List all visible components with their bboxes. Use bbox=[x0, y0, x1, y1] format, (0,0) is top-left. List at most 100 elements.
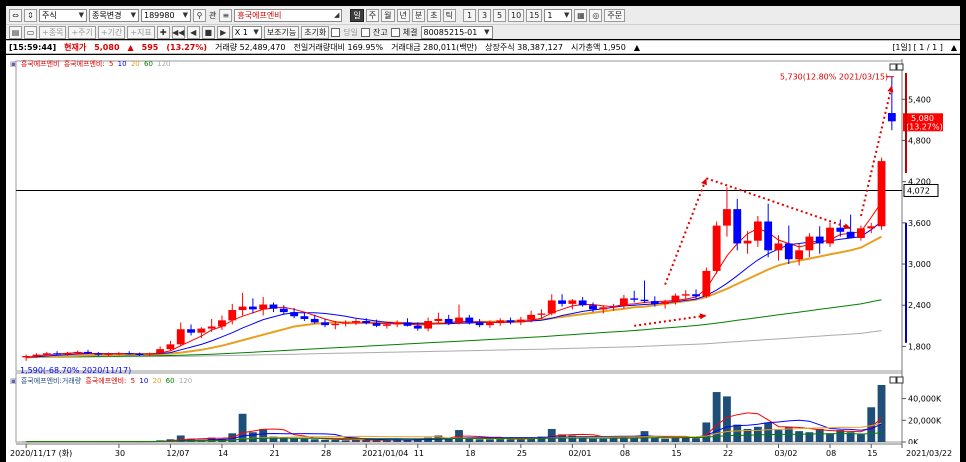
balance-label: 잔고 bbox=[373, 27, 388, 37]
interval-5[interactable]: 5 bbox=[493, 8, 506, 22]
price-panel-frame bbox=[15, 60, 903, 372]
chevron-down-icon: ▼ bbox=[253, 28, 259, 36]
memo-icon[interactable]: ≡ bbox=[219, 8, 233, 22]
balance-checkbox[interactable] bbox=[361, 27, 371, 37]
period-week[interactable]: 주 bbox=[365, 8, 380, 22]
updown-icon[interactable]: ⇕ bbox=[24, 8, 37, 22]
candle-body bbox=[795, 250, 804, 260]
stock-name-value: 흥국에프엔비 bbox=[237, 10, 282, 20]
interval-input[interactable]: 1 ▼ bbox=[544, 8, 573, 22]
range-button-label: 기간 bbox=[107, 27, 123, 37]
candle-body bbox=[826, 227, 834, 244]
market-cap: 시가총액 1,950 bbox=[570, 42, 626, 52]
period-minute[interactable]: 분 bbox=[411, 8, 426, 22]
candle-body bbox=[156, 349, 165, 354]
cycle-button[interactable]: + 주기 bbox=[68, 25, 96, 39]
ma5-line bbox=[26, 202, 882, 358]
candle-body bbox=[681, 294, 690, 296]
stop-icon[interactable]: ■ bbox=[201, 25, 215, 39]
candle-body bbox=[259, 304, 268, 310]
high-annotation: 5,730(12.80% 2021/03/15) bbox=[780, 73, 888, 82]
period-day[interactable]: 일 bbox=[350, 8, 364, 22]
x-tick-label: 25 bbox=[517, 449, 527, 458]
candle-body bbox=[774, 243, 783, 251]
scroll-up-icon[interactable]: ▲ bbox=[634, 43, 640, 52]
window-icon[interactable]: ▭ bbox=[24, 25, 37, 39]
account-select[interactable]: 80085215-01 ▼ bbox=[420, 25, 493, 39]
play-back-icon[interactable]: ◀ bbox=[186, 25, 200, 39]
chart-area[interactable]: 5,400 4,800 4,200 3,600 3,000 2,400 1,800 40,00… bbox=[6, 55, 960, 462]
candle-body bbox=[661, 301, 670, 304]
candle-body bbox=[63, 353, 72, 355]
candle-body bbox=[455, 317, 463, 324]
candle-body bbox=[228, 310, 237, 321]
vol-ma120-legend: 120 bbox=[178, 377, 193, 385]
mode-select[interactable]: 종목변경 ▼ bbox=[89, 8, 139, 22]
volume-bar bbox=[259, 428, 268, 442]
multiplier-select[interactable]: X 1 ▼ bbox=[231, 25, 262, 39]
ma120-legend: 120 bbox=[157, 60, 171, 68]
ma20-legend: 20 bbox=[130, 60, 140, 68]
candle-body bbox=[619, 298, 628, 306]
candle-body bbox=[753, 221, 762, 241]
indicator-button[interactable]: + 지표 bbox=[127, 25, 155, 39]
table-icon[interactable]: ▤ bbox=[9, 25, 22, 39]
stock-name-select[interactable]: 흥국에프엔비 ◢ bbox=[234, 8, 343, 22]
same-day-checkbox[interactable] bbox=[331, 27, 341, 37]
x-tick-label: 12/07 bbox=[166, 449, 189, 458]
settings-icon[interactable]: ◎ bbox=[589, 8, 603, 22]
candle-body bbox=[671, 295, 680, 302]
ma-legend-prefix: 흥국에프엔비: bbox=[63, 60, 105, 68]
volume-tick-label: 40,000K bbox=[908, 395, 942, 404]
price-tick-label: 5,400 bbox=[908, 95, 931, 104]
candle-body bbox=[723, 209, 731, 226]
vol-min-icon bbox=[889, 376, 897, 384]
interval-1[interactable]: 1 bbox=[463, 8, 476, 22]
crosshair-icon[interactable]: ✚ bbox=[156, 25, 170, 39]
fall-arrow-head bbox=[843, 223, 851, 230]
volume-bar bbox=[733, 424, 742, 442]
volume-bar bbox=[341, 440, 350, 442]
range-button[interactable]: + 기간 bbox=[97, 25, 126, 39]
basic-function-button[interactable]: 보조기능 bbox=[263, 25, 300, 39]
play-icon[interactable]: ▶ bbox=[216, 25, 230, 39]
grid-icon[interactable]: ▦ bbox=[574, 8, 588, 22]
candle-body bbox=[578, 300, 587, 306]
period-year[interactable]: 년 bbox=[396, 8, 410, 22]
execution-checkbox[interactable] bbox=[390, 27, 400, 37]
search-icon[interactable]: ⚲ bbox=[193, 8, 206, 22]
candle-body bbox=[815, 236, 824, 244]
candle-body bbox=[547, 300, 556, 314]
chevron-down-icon: ▼ bbox=[563, 11, 570, 19]
market-select[interactable]: 주식 ▼ bbox=[39, 8, 87, 22]
interval-15[interactable]: 15 bbox=[526, 8, 543, 22]
page-up-icon[interactable]: ▲ bbox=[951, 43, 957, 52]
candle-body bbox=[836, 227, 845, 232]
candle-body bbox=[465, 317, 474, 323]
volume-bar bbox=[486, 439, 494, 442]
interval-10[interactable]: 10 bbox=[508, 8, 525, 22]
order-button[interactable]: 주문 bbox=[604, 8, 626, 22]
uptrend-arrow bbox=[634, 314, 707, 327]
ma10-legend: 10 bbox=[117, 60, 127, 68]
candle-body bbox=[599, 307, 608, 310]
rewind-icon[interactable]: ◀◀ bbox=[171, 25, 185, 39]
period-second[interactable]: 초 bbox=[427, 8, 441, 22]
candle-body bbox=[609, 305, 618, 308]
x-tick-label: 30 bbox=[115, 449, 125, 458]
period-month[interactable]: 월 bbox=[381, 8, 395, 22]
period-tick[interactable]: 틱 bbox=[442, 8, 456, 22]
price-volume-chart[interactable]: 5,4004,8004,2003,6003,0002,4001,80040,00… bbox=[6, 55, 960, 462]
interval-3[interactable]: 3 bbox=[478, 8, 491, 22]
stock-button[interactable]: + 종목 bbox=[39, 25, 67, 39]
reset-button[interactable]: 초기화 bbox=[301, 25, 330, 39]
volume-bar bbox=[496, 438, 505, 442]
x-tick-label: 21 bbox=[269, 449, 279, 458]
code-input[interactable]: 189980 ▼ bbox=[141, 8, 191, 22]
mode-value: 종목변경 bbox=[92, 10, 122, 20]
candle-body bbox=[218, 320, 226, 327]
volume-bar bbox=[506, 439, 515, 442]
candle-body bbox=[279, 308, 288, 313]
price-legend: ▣ 흥국에프엔비 흥국에프엔비: 5 10 20 60 120 bbox=[10, 59, 173, 69]
prev-next-icon[interactable]: ⇔ bbox=[9, 8, 22, 22]
